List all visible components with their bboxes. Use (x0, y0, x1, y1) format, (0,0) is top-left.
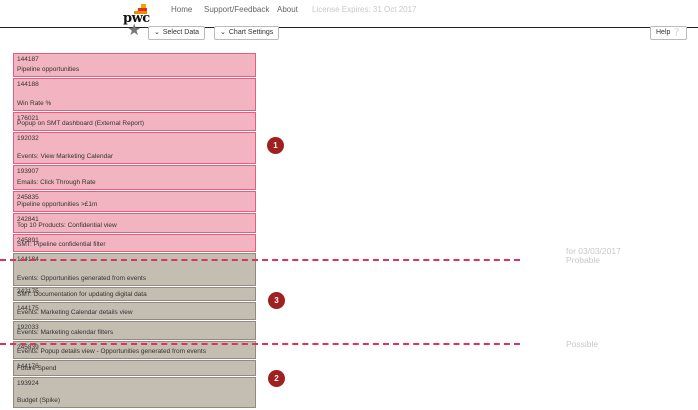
nav-about-link[interactable]: About (277, 5, 298, 14)
chevron-down-icon: ⌄ (154, 29, 160, 36)
probable-threshold-line (0, 259, 520, 261)
item-id: 192032 (17, 135, 39, 142)
item-id: 193924 (17, 380, 39, 387)
backlog-item[interactable]: 245891 SMT: Pipeline confidential filter (13, 234, 256, 252)
license-expiry-text: License Expires: 31 Oct 2017 (312, 5, 417, 14)
marker-badge[interactable]: 3 (268, 292, 285, 309)
item-name: Events: View Marketing Calendar (17, 153, 113, 160)
question-icon: ❔ (672, 29, 682, 36)
item-id: 144187 (17, 56, 39, 63)
chart-settings-button[interactable]: ⌄ Chart Settings (214, 26, 280, 40)
item-name: SMT: Pipeline confidential filter (17, 241, 106, 248)
chevron-down-icon: ⌄ (220, 29, 226, 36)
item-name: SMT: Documentation for updating digital … (17, 291, 147, 298)
possible-label: Possible (566, 339, 599, 349)
chart-settings-label: Chart Settings (228, 29, 274, 36)
item-name: Future Spend (17, 365, 57, 372)
help-button[interactable]: Help ❔ (650, 26, 688, 40)
item-name: Emails: Click Through Rate (17, 179, 96, 186)
top-navbar: pwc Home Support/Feedback About License … (0, 0, 698, 28)
item-name: Pipeline opportunities >£1m (17, 201, 98, 208)
marker-badge[interactable]: 2 (268, 370, 285, 387)
item-id: 193907 (17, 168, 39, 175)
backlog-item[interactable]: 144187 Pipeline opportunities (13, 53, 256, 77)
item-name: Pipeline opportunities (17, 66, 80, 73)
item-name: Top 10 Products: Confidential view (17, 222, 117, 229)
item-name: Budget (Spike) (17, 397, 60, 404)
backlog-item[interactable]: 144184 Events: Opportunities generated f… (13, 253, 256, 286)
select-data-label: Select Data (162, 29, 200, 36)
backlog-item[interactable]: 242841 Top 10 Products: Confidential vie… (13, 213, 256, 233)
help-label: Help (656, 29, 671, 36)
backlog-item[interactable]: 193907 Emails: Click Through Rate (13, 165, 256, 190)
backlog-item[interactable]: 242175 SMT: Documentation for updating d… (13, 287, 256, 301)
backlog-item[interactable]: 144176 Future Spend (13, 360, 256, 376)
item-name: Events: Marketing calendar filters (17, 329, 114, 336)
backlog-item[interactable]: 245835 Pipeline opportunities >£1m (13, 191, 256, 212)
probable-label: Probable (566, 255, 601, 265)
marker-badge[interactable]: 1 (267, 137, 284, 154)
backlog-item[interactable]: 144188 Win Rate % (13, 78, 256, 111)
possible-threshold-line (0, 343, 520, 345)
select-data-button[interactable]: ⌄ Select Data (148, 26, 206, 40)
star-icon[interactable]: ★ (127, 23, 141, 39)
backlog-item[interactable]: 144175 Events: Marketing Calendar detail… (13, 302, 256, 320)
item-id: 144188 (17, 81, 39, 88)
backlog-item[interactable]: 192033 Events: Marketing calendar filter… (13, 321, 256, 340)
nav-support-link[interactable]: Support/Feedback (204, 5, 269, 14)
item-name: Events: Opportunities generated from eve… (17, 275, 146, 282)
item-name: Popup on SMT dashboard (External Report) (17, 120, 145, 127)
backlog-item[interactable]: 176021 Popup on SMT dashboard (External … (13, 112, 256, 131)
item-name: Events: Marketing Calendar details view (17, 309, 133, 316)
nav-home-link[interactable]: Home (171, 5, 192, 14)
item-name: Events: Popup details view - Opportuniti… (17, 348, 206, 355)
backlog-item[interactable]: 192032 Events: View Marketing Calendar (13, 132, 256, 164)
item-name: Win Rate % (17, 100, 52, 107)
backlog-item[interactable]: 193924 Budget (Spike) (13, 377, 256, 408)
